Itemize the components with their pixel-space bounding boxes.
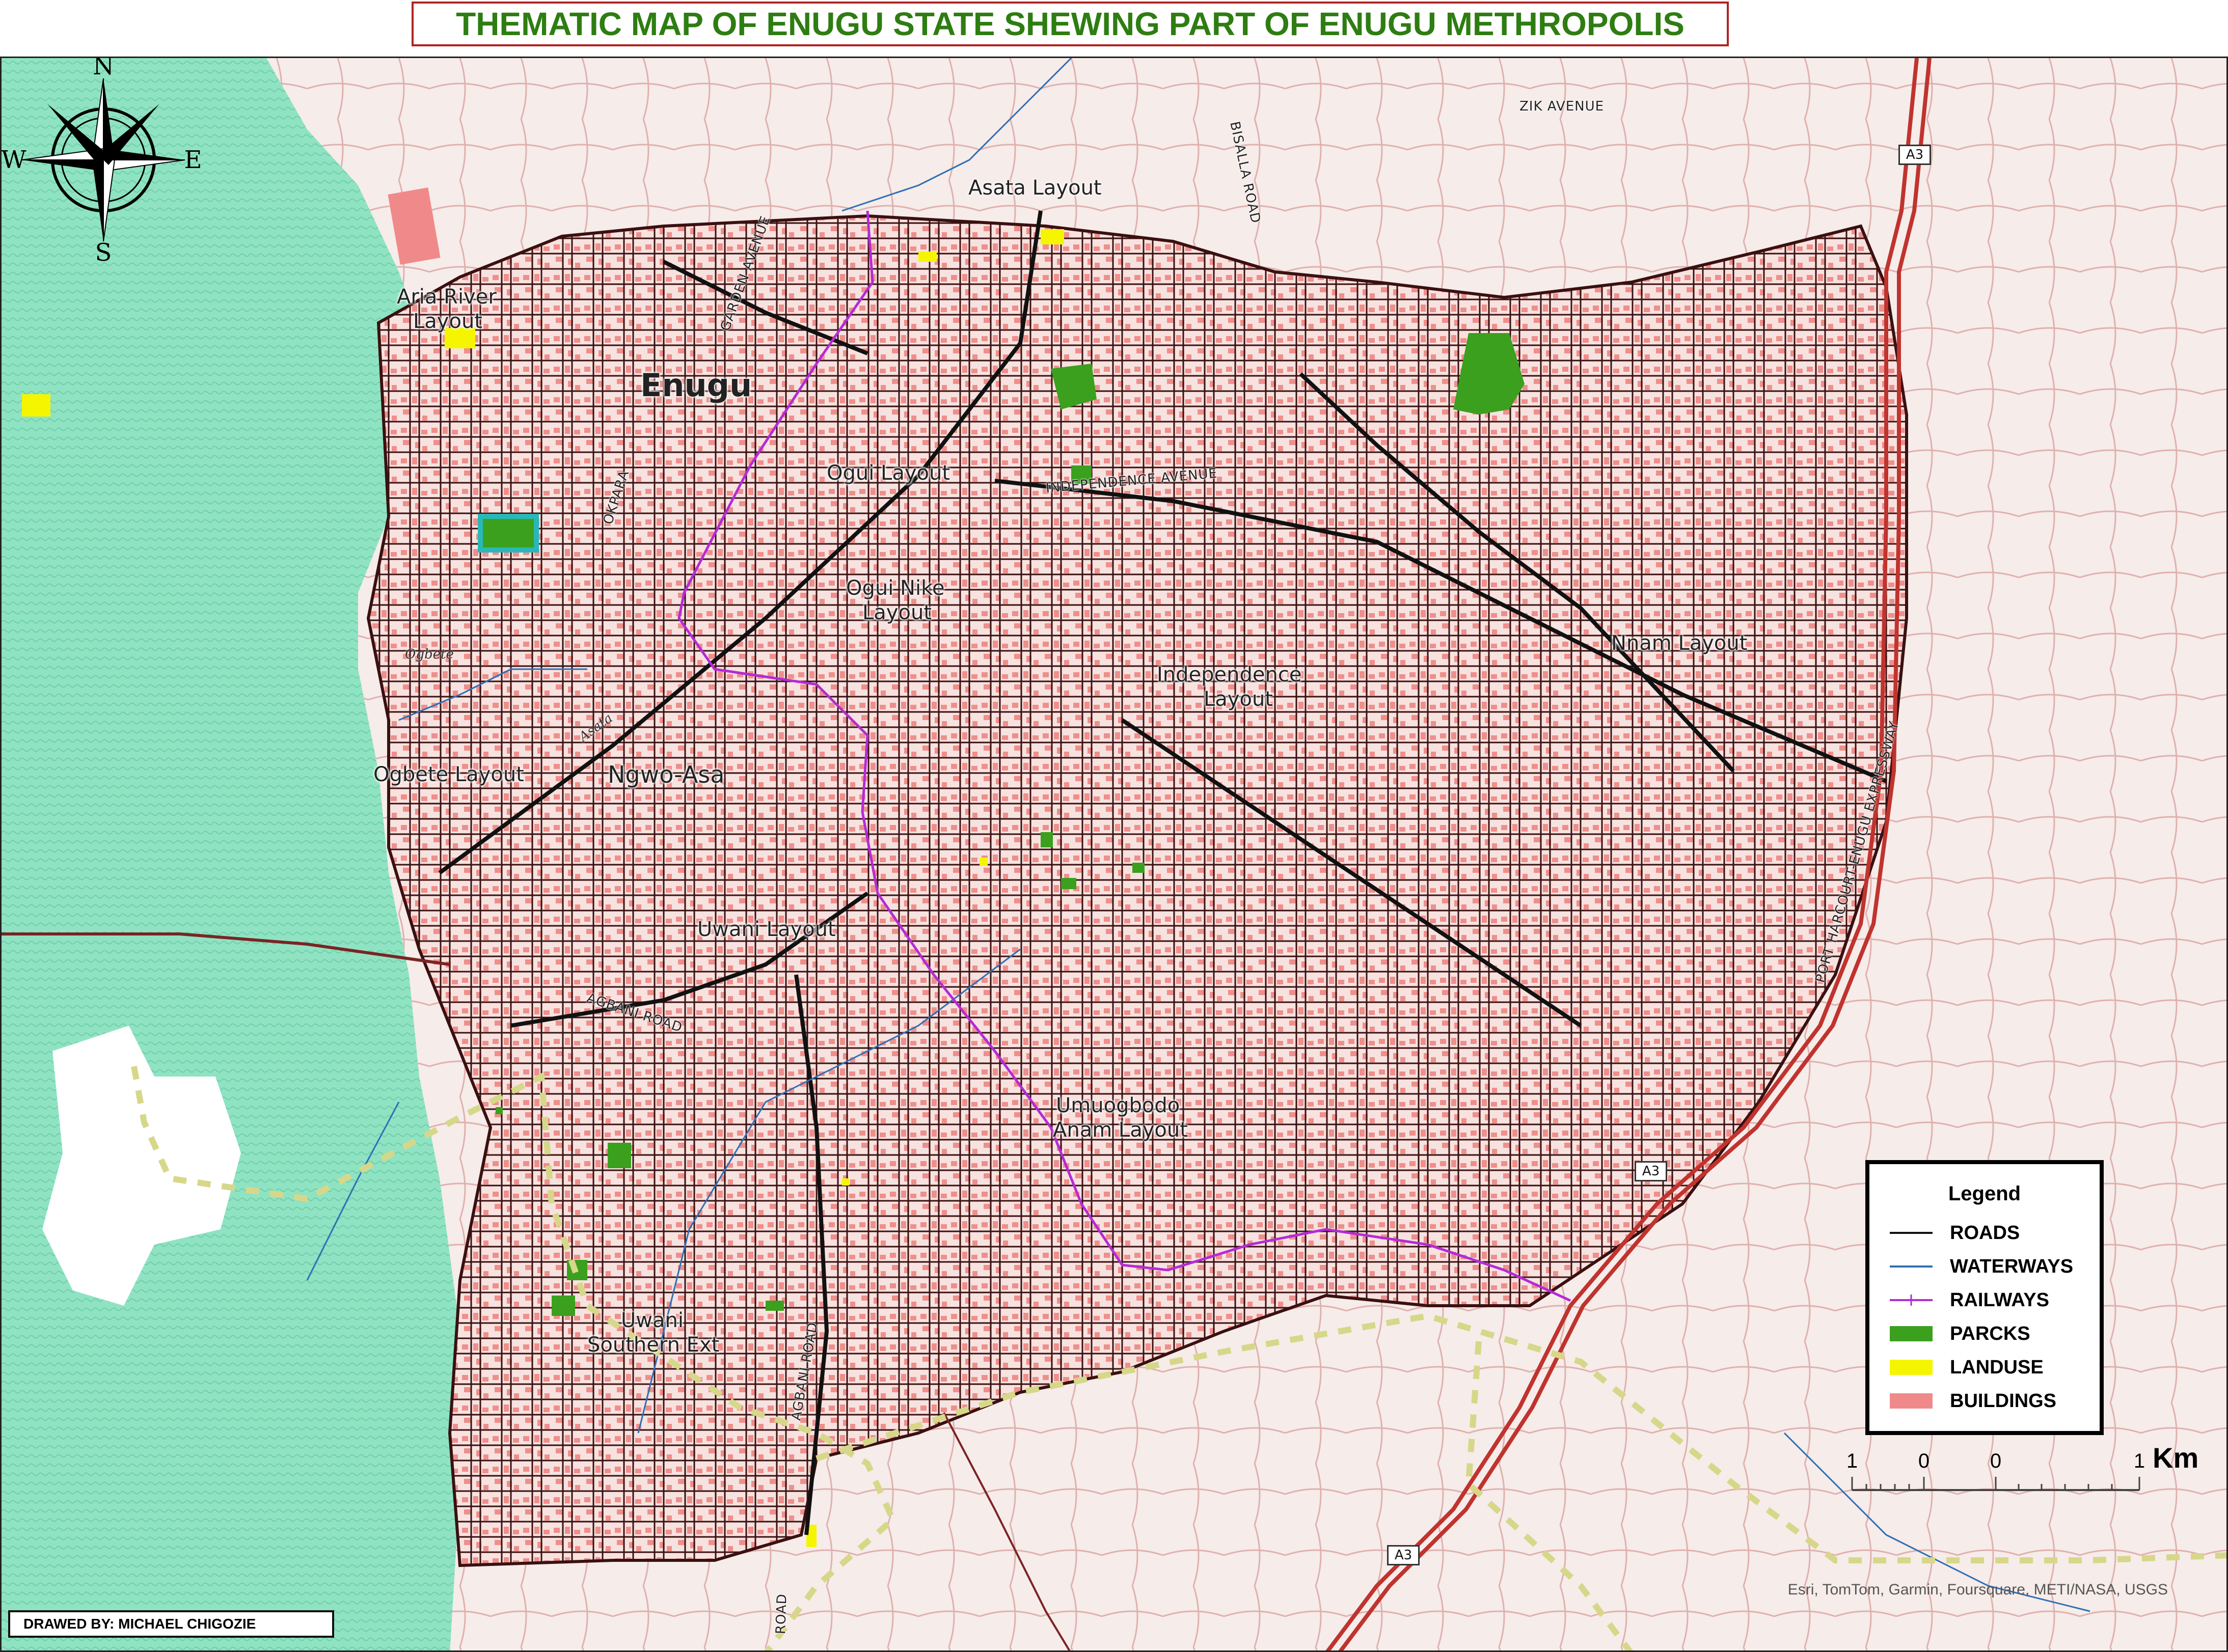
a3-shield-top: A3 bbox=[1898, 145, 1931, 165]
label-umuogbodo-2: Anam Layout bbox=[1053, 1118, 1188, 1142]
legend-item-buildings: BUILDINGS bbox=[1890, 1388, 2104, 1414]
legend-item-waterways: WATERWAYS bbox=[1890, 1254, 2104, 1279]
road-bottom: ROAD bbox=[773, 1593, 790, 1635]
scale-unit: Km bbox=[2153, 1442, 2198, 1474]
legend-label-railways: RAILWAYS bbox=[1950, 1289, 2049, 1311]
legend-item-roads: ROADS bbox=[1890, 1220, 2104, 1246]
stadium bbox=[478, 514, 539, 553]
label-independence-1: Independence bbox=[1157, 663, 1302, 686]
compass-n: N bbox=[93, 58, 114, 80]
a3-shield-bottom: A3 bbox=[1387, 1545, 1420, 1565]
label-ngwo-asa: Ngwo-Asa bbox=[608, 761, 725, 788]
label-nnam-layout: Nnam Layout bbox=[1611, 631, 1748, 655]
attribution-credit: Esri, TomTom, Garmin, Foursquare, METI/N… bbox=[1787, 1581, 2168, 1598]
label-ogui-layout: Ogui Layout bbox=[827, 461, 950, 485]
scale-bar-graphic: 1 0 0 1 Km bbox=[1846, 1442, 2198, 1491]
label-ogui-nike-2: Layout bbox=[862, 601, 932, 624]
legend-label-buildings: BUILDINGS bbox=[1950, 1390, 2056, 1412]
scale-tick-1: 1 bbox=[1848, 1450, 1858, 1472]
compass-rose-icon: N S E W bbox=[2, 58, 202, 262]
label-enugu: Enugu bbox=[640, 367, 752, 404]
label-ogbete-layout: Ogbete Layout bbox=[373, 763, 524, 786]
label-ogui-nike-1: Ogui Nike bbox=[846, 576, 945, 600]
legend-swatch-waterways bbox=[1890, 1259, 1933, 1274]
legend-swatch-buildings bbox=[1890, 1393, 1933, 1409]
legend-label-parks: PARCKS bbox=[1950, 1323, 2030, 1344]
compass-s: S bbox=[95, 238, 112, 262]
label-asata-layout: Asata Layout bbox=[968, 176, 1102, 200]
legend-item-railways: RAILWAYS bbox=[1890, 1287, 2104, 1313]
scale-tick-2: 0 bbox=[1918, 1450, 1930, 1472]
label-aria-river-2: Layout bbox=[413, 310, 482, 333]
legend-item-landuse: LANDUSE bbox=[1890, 1355, 2104, 1380]
label-uwani-southern-1: Uwani bbox=[621, 1309, 684, 1332]
label-uwani-layout: Uwani Layout bbox=[697, 918, 836, 941]
label-uwani-southern-2: Southern Ext bbox=[587, 1333, 720, 1357]
legend-swatch-roads bbox=[1890, 1225, 1933, 1241]
compass-e: E bbox=[184, 146, 202, 174]
legend: Legend ROADS WATERWAYS RAILWAYS PARCKS L… bbox=[1865, 1160, 2104, 1435]
map-title: THEMATIC MAP OF ENUGU STATE SHEWING PART… bbox=[412, 2, 1729, 46]
compass-w: W bbox=[2, 146, 26, 174]
author-box: DRAWED BY: MICHAEL CHIGOZIE bbox=[8, 1610, 334, 1638]
label-aria-river-1: Aria River bbox=[397, 285, 497, 309]
a3-shield-mid: A3 bbox=[1635, 1161, 1667, 1181]
water-ogbete: Ogbete bbox=[405, 647, 454, 662]
legend-swatch-parks bbox=[1890, 1326, 1933, 1341]
label-independence-2: Layout bbox=[1204, 687, 1273, 711]
legend-swatch-railways bbox=[1890, 1292, 1933, 1308]
scale-bar: 1 0 0 1 Km bbox=[1846, 1441, 2225, 1502]
legend-label-waterways: WATERWAYS bbox=[1950, 1256, 2074, 1277]
road-top-avenue: ZIK AVENUE bbox=[1519, 99, 1605, 114]
scale-tick-4: 1 bbox=[2134, 1450, 2145, 1472]
legend-label-landuse: LANDUSE bbox=[1950, 1357, 2044, 1378]
legend-title: Legend bbox=[1948, 1182, 2021, 1205]
legend-label-roads: ROADS bbox=[1950, 1222, 2020, 1244]
scale-tick-3: 0 bbox=[1990, 1450, 2001, 1472]
legend-item-parks: PARCKS bbox=[1890, 1321, 2104, 1346]
legend-swatch-landuse bbox=[1890, 1360, 1933, 1375]
label-umuogbodo-1: Umuogbodo bbox=[1056, 1094, 1180, 1117]
